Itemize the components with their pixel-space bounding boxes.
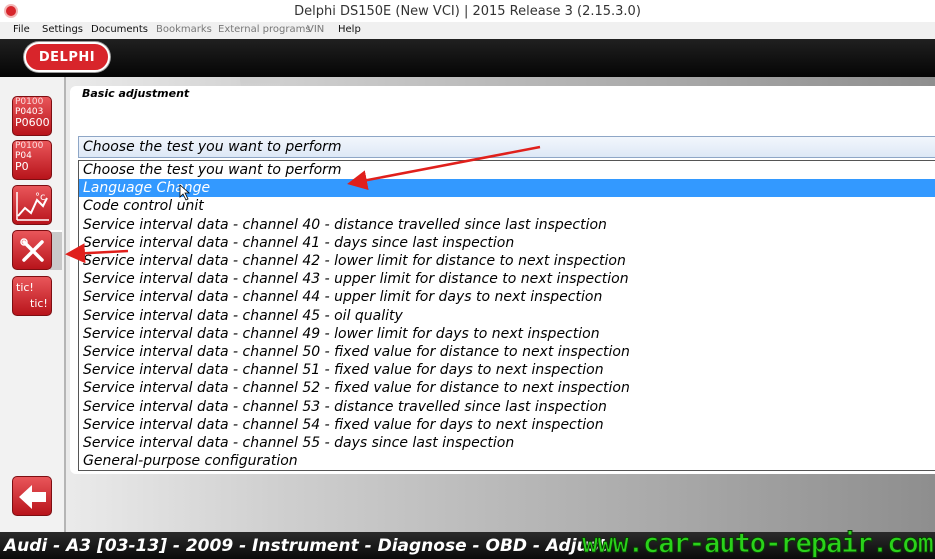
live-data-button[interactable]: °c bbox=[12, 185, 52, 225]
delphi-logo-text: DELPHI bbox=[38, 50, 96, 65]
read-fault-codes-icon: P0100 bbox=[15, 97, 44, 107]
dropdown-option[interactable]: Service interval data - channel 43 - upp… bbox=[79, 270, 935, 288]
watermark: www.car-auto-repair.com bbox=[582, 528, 935, 559]
dropdown-option[interactable]: Service interval data - channel 51 - fix… bbox=[79, 361, 935, 379]
menu-documents[interactable]: Documents bbox=[91, 24, 148, 35]
dropdown-option[interactable]: General-purpose configuration bbox=[79, 452, 935, 470]
read-fault-codes-button[interactable]: P0100 P0403 P0600 bbox=[12, 96, 52, 136]
dropdown-option[interactable]: Code control unit bbox=[79, 197, 935, 215]
dropdown-option[interactable]: Service interval data - channel 49 - low… bbox=[79, 325, 935, 343]
dropdown-option[interactable]: Service interval data - channel 52 - fix… bbox=[79, 379, 935, 397]
erase-fault-codes-icon: P0100 bbox=[15, 141, 44, 151]
dropdown-option[interactable]: Service interval data - channel 53 - dis… bbox=[79, 398, 935, 416]
adjustment-tools-button[interactable] bbox=[12, 230, 52, 270]
dropdown-option[interactable]: Service interval data - channel 42 - low… bbox=[79, 252, 935, 270]
dropdown-option[interactable]: Language Change bbox=[79, 179, 935, 198]
menu-bar: File Settings Documents Bookmarks Extern… bbox=[0, 22, 935, 39]
menu-settings[interactable]: Settings bbox=[42, 24, 83, 35]
dropdown-option[interactable]: Choose the test you want to perform bbox=[79, 161, 935, 179]
erase-fault-codes-button[interactable]: P0100 P04 P0 bbox=[12, 140, 52, 180]
dropdown-option[interactable]: Service interval data - channel 50 - fix… bbox=[79, 343, 935, 361]
back-arrow-icon bbox=[19, 485, 46, 509]
delphi-logo: DELPHI bbox=[24, 42, 110, 72]
menu-external-programs[interactable]: External programs bbox=[218, 24, 311, 35]
back-button[interactable] bbox=[12, 476, 52, 516]
dropdown-option[interactable]: Service interval data - channel 40 - dis… bbox=[79, 216, 935, 234]
window-title: Delphi DS150E (New VCI) | 2015 Release 3… bbox=[294, 4, 641, 19]
menu-bookmarks[interactable]: Bookmarks bbox=[156, 24, 212, 35]
test-dropdown-list: Choose the test you want to perform Langu… bbox=[78, 160, 935, 471]
menu-file[interactable]: File bbox=[13, 24, 30, 35]
title-bar: Delphi DS150E (New VCI) | 2015 Release 3… bbox=[0, 0, 935, 22]
test-select-value: Choose the test you want to perform bbox=[83, 139, 342, 155]
code-line: P0 bbox=[15, 160, 29, 173]
tic-label: tic! bbox=[30, 297, 48, 310]
dropdown-option[interactable]: Service interval data - channel 45 - oil… bbox=[79, 307, 935, 325]
dropdown-option[interactable]: Service interval data - channel 44 - upp… bbox=[79, 288, 935, 306]
activation-test-icon: tic! bbox=[16, 281, 34, 294]
brand-bar bbox=[0, 39, 935, 77]
dropdown-option[interactable]: Service interval data - channel 41 - day… bbox=[79, 234, 935, 252]
test-select[interactable]: Choose the test you want to perform bbox=[78, 136, 935, 158]
activation-test-button[interactable]: tic! tic! bbox=[12, 276, 52, 316]
code-line: P0600 bbox=[15, 116, 50, 129]
vehicle-path: Audi - A3 [03-13] - 2009 - Instrument - … bbox=[4, 536, 607, 556]
panel-tab-title: Basic adjustment bbox=[82, 87, 190, 100]
dropdown-option[interactable]: Service interval data - channel 54 - fix… bbox=[79, 416, 935, 434]
menu-vin[interactable]: VIN bbox=[307, 24, 324, 35]
menu-help[interactable]: Help bbox=[338, 24, 361, 35]
tools-adjust-icon bbox=[20, 238, 44, 262]
live-data-graph-icon bbox=[16, 192, 49, 221]
dropdown-option[interactable]: Service interval data - channel 55 - day… bbox=[79, 434, 935, 452]
temperature-label: °c bbox=[35, 192, 46, 203]
